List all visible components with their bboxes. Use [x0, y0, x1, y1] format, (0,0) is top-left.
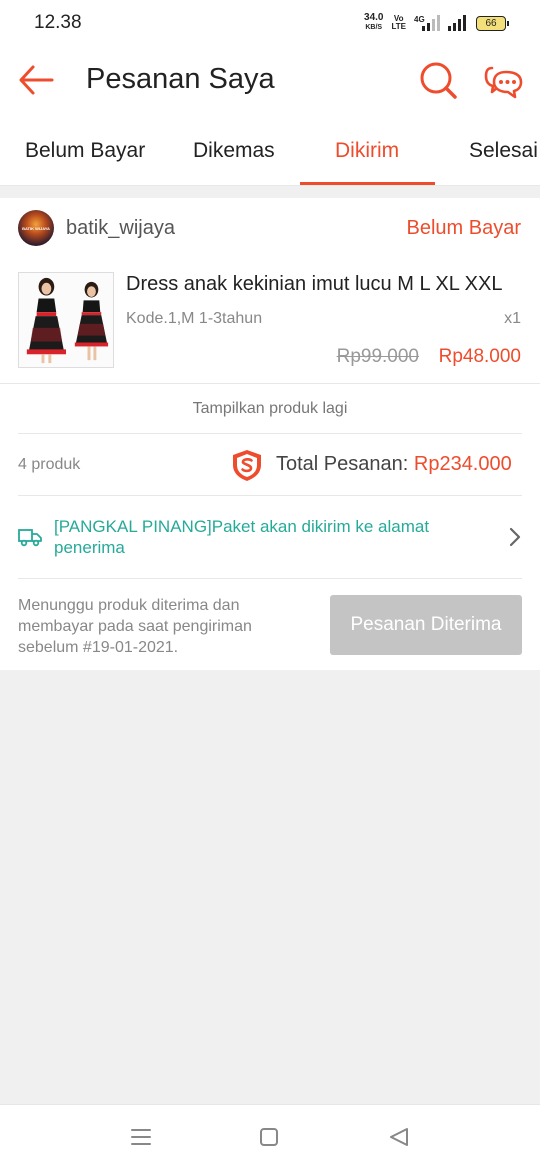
battery-icon: 66	[476, 15, 509, 31]
order-status: Belum Bayar	[406, 217, 522, 239]
show-more-products-button[interactable]: Tampilkan produk lagi	[18, 384, 522, 434]
tab-dikemas[interactable]: Dikemas	[193, 116, 275, 186]
order-total-row: 4 produk Total Pesanan: Rp234.000	[18, 434, 522, 496]
home-icon[interactable]	[259, 1127, 279, 1147]
status-time: 12.38	[34, 12, 82, 33]
original-price: Rp99.000	[336, 346, 419, 367]
product-image	[18, 272, 114, 368]
status-indicators: 34.0 KB/S Vo LTE 4G 66	[364, 12, 509, 33]
product-count: 4 produk	[18, 456, 81, 473]
chevron-right-icon[interactable]	[508, 526, 522, 548]
active-tab-indicator	[300, 182, 435, 185]
shop-avatar: BATIK WIJAYA	[18, 210, 54, 246]
signal-4g-icon: 4G	[414, 15, 440, 31]
tab-selesai[interactable]: Selesai	[469, 116, 538, 186]
status-bar: 12.38 34.0 KB/S Vo LTE 4G 66	[0, 0, 540, 46]
network-speed: 34.0 KB/S	[364, 12, 384, 32]
order-footer: Menunggu produk diterima dan membayar pa…	[18, 579, 522, 670]
tab-dikirim[interactable]: Dikirim	[335, 116, 399, 186]
order-tabs: Belum Bayar Dikemas Dikirim Selesai	[0, 116, 540, 186]
svg-text:4G: 4G	[414, 15, 425, 24]
shipping-status-row[interactable]: [PANGKAL PINANG]Paket akan dikirim ke al…	[18, 496, 522, 579]
shipping-status-text: [PANGKAL PINANG]Paket akan dikirim ke al…	[54, 517, 430, 557]
shop-name[interactable]: batik_wijaya	[66, 217, 175, 240]
system-nav-bar	[0, 1104, 540, 1170]
tab-belum-bayar[interactable]: Belum Bayar	[25, 116, 145, 186]
total-label: Total Pesanan: Rp234.000	[276, 453, 512, 475]
recent-apps-icon[interactable]	[130, 1127, 152, 1147]
nav-back-icon[interactable]	[388, 1127, 410, 1147]
back-arrow-icon[interactable]	[18, 64, 54, 96]
chat-icon[interactable]	[484, 62, 524, 100]
app-header: Pesanan Saya	[0, 46, 540, 116]
product-variant: Kode.1,M 1-3tahun	[126, 310, 263, 327]
truck-icon	[18, 529, 42, 547]
search-icon[interactable]	[418, 60, 458, 100]
volte-icon: Vo LTE	[391, 14, 406, 31]
payment-note: Menunggu produk diterima dan membayar pa…	[18, 597, 252, 656]
shopee-guarantee-shield-icon	[233, 450, 261, 481]
signal-icon	[448, 15, 466, 31]
order-card[interactable]: BATIK WIJAYA batik_wijaya Belum Bayar Dr…	[0, 198, 540, 670]
total-amount: Rp234.000	[413, 453, 512, 475]
page-title: Pesanan Saya	[86, 63, 275, 95]
shop-row[interactable]: BATIK WIJAYA batik_wijaya Belum Bayar	[0, 198, 540, 260]
product-quantity: x1	[504, 310, 521, 327]
product-row[interactable]: Dress anak kekinian imut lucu M L XL XXL…	[0, 260, 540, 384]
final-price: Rp48.000	[438, 346, 521, 367]
product-name[interactable]: Dress anak kekinian imut lucu M L XL XXL	[126, 273, 522, 296]
order-received-button[interactable]: Pesanan Diterima	[330, 595, 522, 655]
